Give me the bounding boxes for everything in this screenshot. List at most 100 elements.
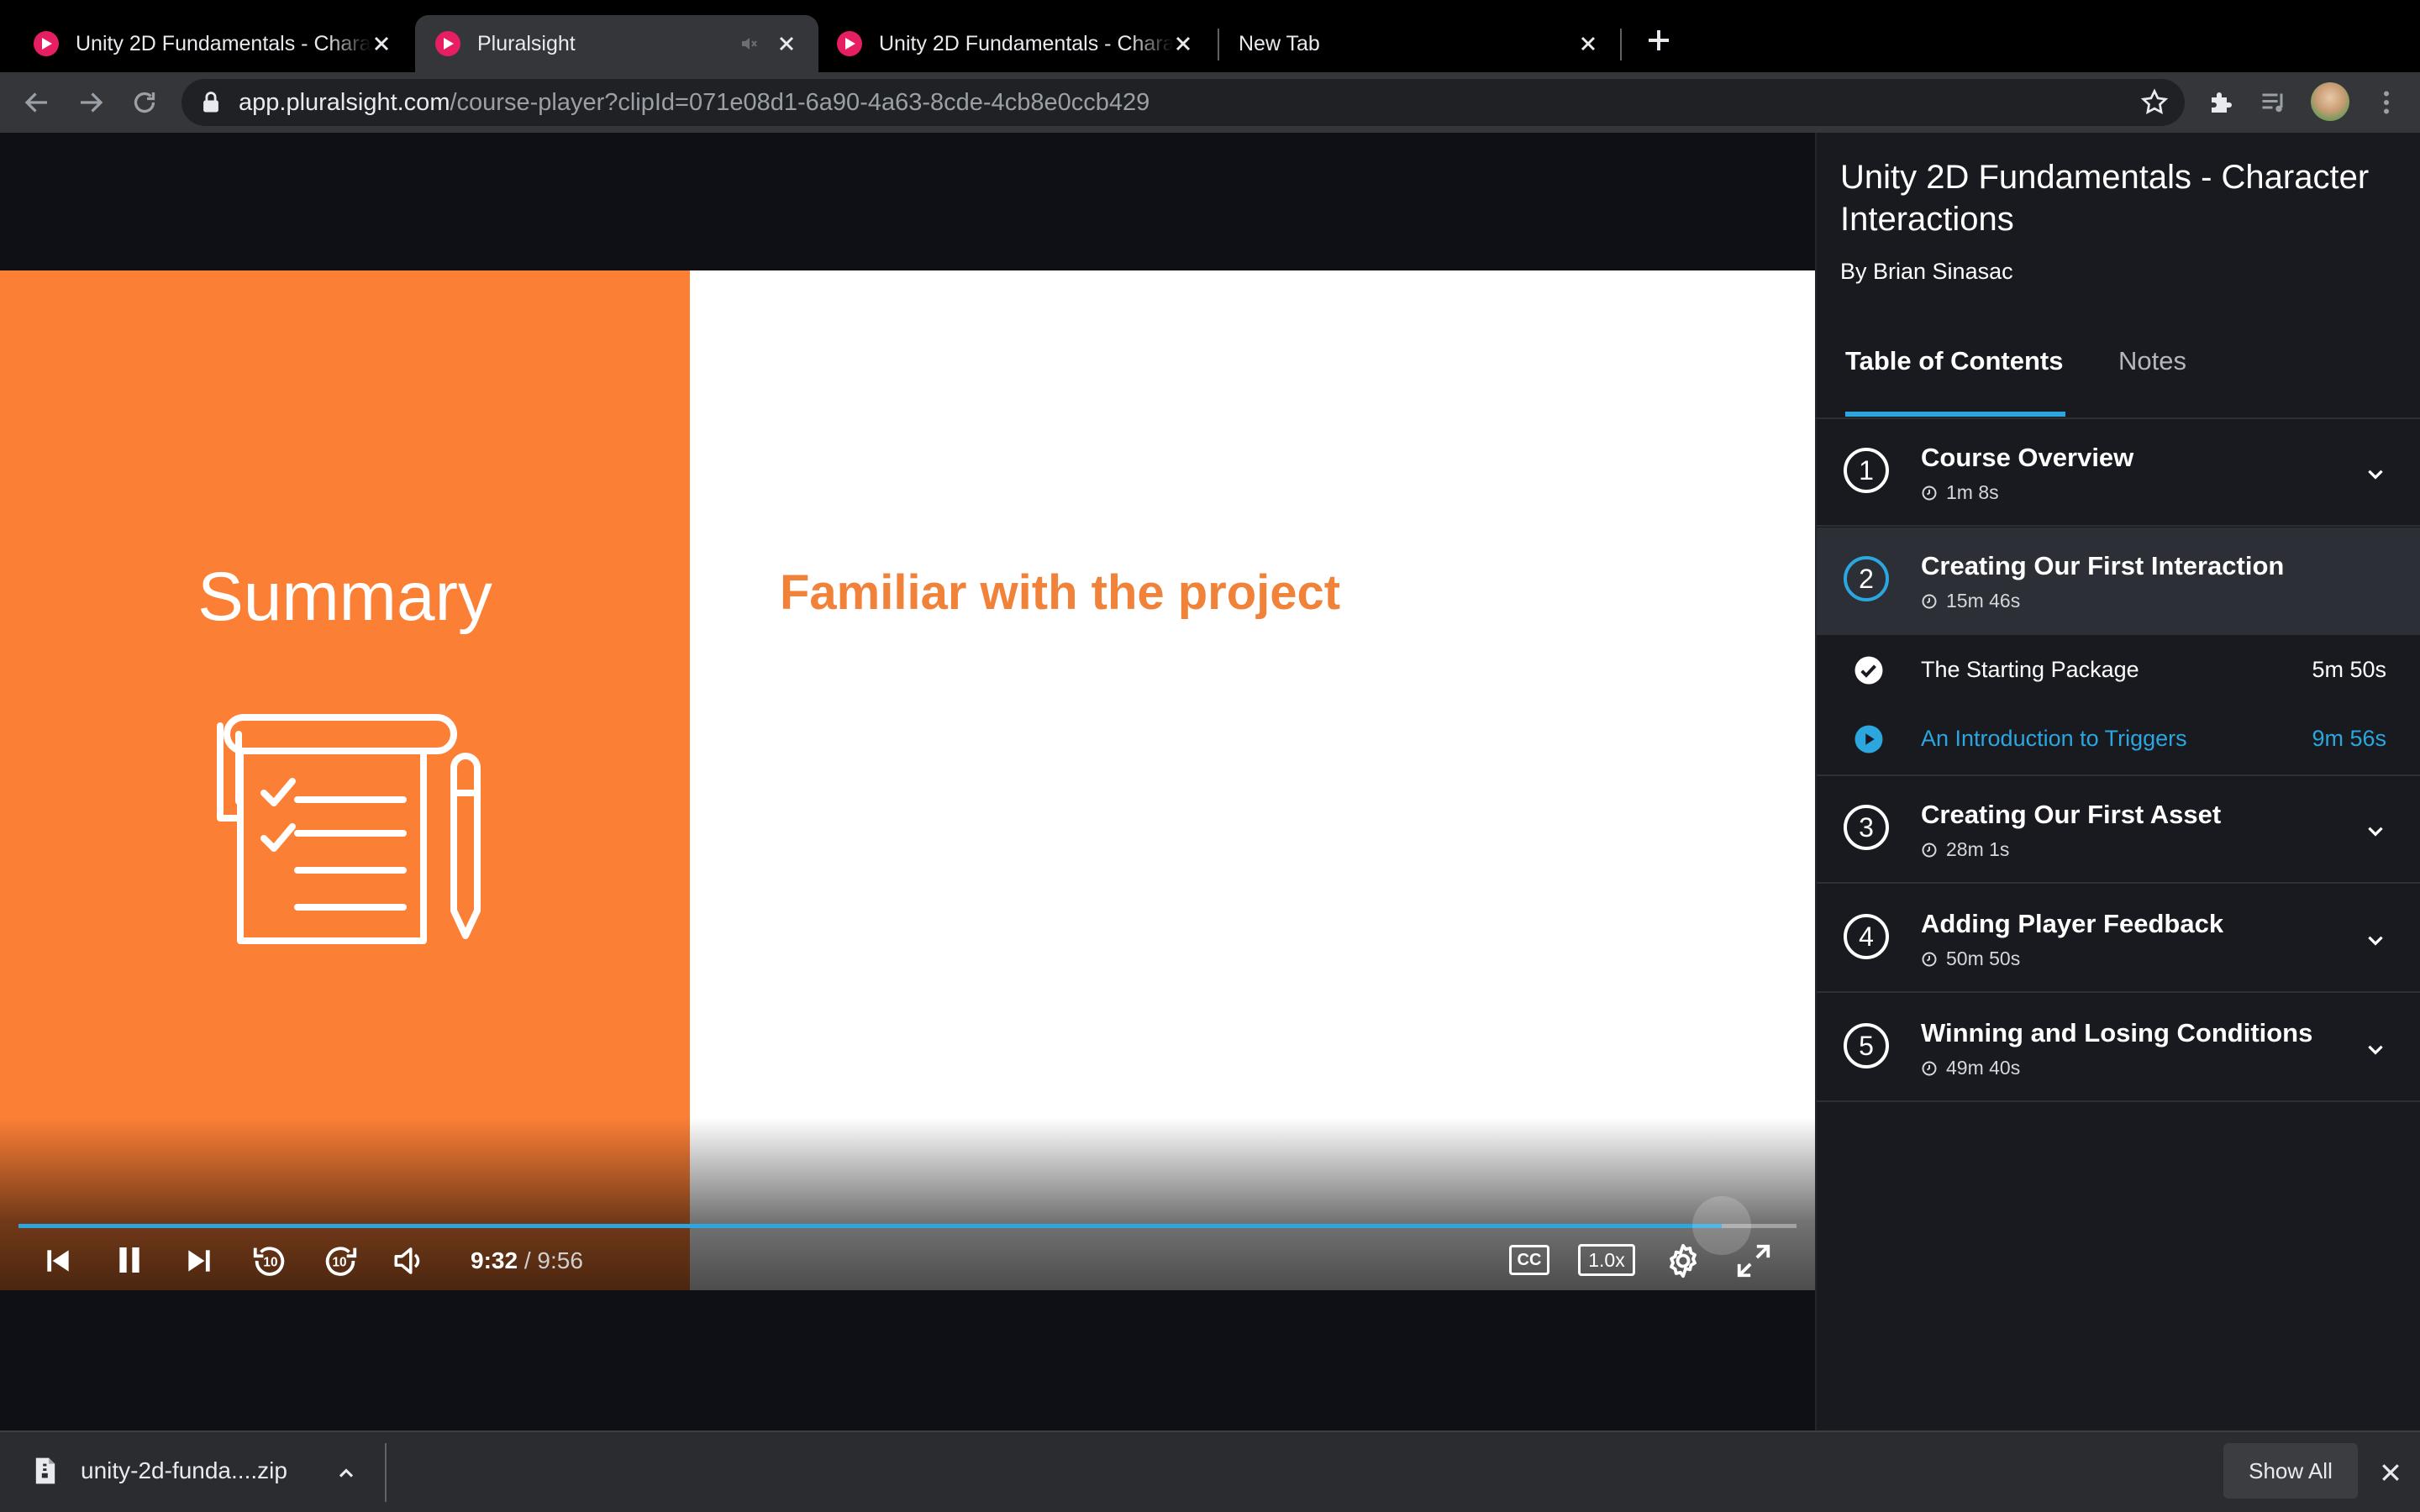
module-duration: 49m 40s: [1921, 1057, 2020, 1079]
slide-heading: Summary: [197, 559, 492, 635]
pluralsight-favicon-icon: [435, 31, 460, 56]
clip-item-an-introduction-to-triggers[interactable]: An Introduction to Triggers 9m 56s: [1817, 704, 2420, 773]
module-duration-text: 49m 40s: [1946, 1057, 2021, 1079]
extensions-puzzle-icon[interactable]: [2207, 87, 2237, 118]
lock-icon[interactable]: [200, 91, 222, 114]
close-tab-icon[interactable]: [371, 34, 392, 54]
tab-title: Pluralsight: [477, 31, 576, 55]
module-duration: 28m 1s: [1921, 838, 2009, 861]
chevron-down-icon[interactable]: [2365, 820, 2386, 842]
module-duration-text: 50m 50s: [1946, 948, 2021, 969]
slide-bullet-text: Familiar with the project: [780, 565, 1341, 620]
clip-duration: 5m 50s: [2312, 657, 2386, 682]
module-number: 1: [1844, 448, 1889, 493]
module-name: Creating Our First Asset: [1921, 800, 2222, 829]
completed-check-icon: [1854, 656, 1883, 685]
download-file-name[interactable]: unity-2d-funda....zip: [81, 1457, 287, 1484]
module-name: Course Overview: [1921, 443, 2134, 472]
module-duration-text: 15m 46s: [1946, 590, 2021, 612]
closed-captions-button[interactable]: CC: [1509, 1245, 1549, 1275]
tab-title: Unity 2D Fundamentals - Character Intera…: [879, 31, 1173, 55]
forward-10-icon[interactable]: 10: [321, 1242, 360, 1280]
clip-name: An Introduction to Triggers: [1921, 726, 2187, 751]
course-author: By Brian Sinasac: [1840, 259, 2013, 284]
pause-icon[interactable]: [113, 1243, 146, 1277]
bookmark-star-icon[interactable]: [2139, 87, 2170, 118]
reload-icon[interactable]: [129, 87, 160, 118]
pluralsight-favicon-icon: [34, 31, 59, 56]
browser-tab-2[interactable]: Pluralsight: [415, 15, 818, 72]
time-separator: /: [523, 1247, 531, 1273]
module-item-adding-player-feedback[interactable]: 4 Adding Player Feedback 50m 50s: [1817, 885, 2420, 993]
close-downloads-icon[interactable]: [2378, 1460, 2403, 1485]
module-name: Creating Our First Interaction: [1921, 551, 2285, 580]
url-path: /course-player?clipId=071e08d1-6a90-4a63…: [450, 89, 1150, 116]
pluralsight-favicon-icon: [837, 31, 862, 56]
clip-duration: 9m 56s: [2312, 726, 2386, 751]
volume-icon[interactable]: [392, 1243, 427, 1278]
module-duration: 50m 50s: [1921, 948, 2020, 970]
back-arrow-icon[interactable]: [22, 87, 52, 118]
chevron-down-icon[interactable]: [2365, 929, 2386, 951]
browser-tab-1[interactable]: Unity 2D Fundamentals - Character Intera…: [0, 15, 413, 72]
module-number: 2: [1844, 556, 1889, 601]
speaker-muted-icon[interactable]: [739, 34, 760, 54]
tab-notes[interactable]: Notes: [2118, 346, 2186, 376]
browser-tab-3[interactable]: Unity 2D Fundamentals - Character Intera…: [820, 15, 1215, 72]
current-time: 9:32: [471, 1247, 518, 1273]
tab-title: New Tab: [1239, 31, 1320, 55]
downloads-bar: [0, 1431, 2420, 1512]
divider: [385, 1443, 387, 1502]
chevron-down-icon[interactable]: [2365, 1038, 2386, 1060]
module-number: 3: [1844, 805, 1889, 850]
media-queue-icon[interactable]: [2259, 87, 2289, 118]
show-all-downloads-button[interactable]: Show All: [2223, 1443, 2358, 1499]
zip-file-icon: [35, 1457, 55, 1484]
module-number: 4: [1844, 914, 1889, 959]
url-text[interactable]: app.pluralsight.com/course-player?clipId…: [239, 87, 1150, 118]
progress-bar-fill: [18, 1224, 1723, 1228]
profile-avatar[interactable]: [2311, 82, 2349, 121]
clock-icon: [1922, 843, 1937, 857]
fullscreen-icon[interactable]: [1734, 1242, 1773, 1280]
tab-title: Unity 2D Fundamentals - Character Intera…: [76, 31, 371, 55]
clock-icon: [1922, 486, 1937, 500]
module-item-course-overview[interactable]: 1 Course Overview 1m 8s: [1817, 419, 2420, 527]
module-name: Winning and Losing Conditions: [1921, 1018, 2313, 1047]
module-item-creating-our-first-asset[interactable]: 3 Creating Our First Asset 28m 1s: [1817, 776, 2420, 884]
forward-arrow-icon[interactable]: [76, 87, 106, 118]
clock-icon: [1922, 594, 1937, 608]
clock-icon: [1922, 952, 1937, 966]
module-number: 5: [1844, 1023, 1889, 1068]
module-item-creating-our-first-interaction[interactable]: 2 Creating Our First Interaction 15m 46s: [1817, 528, 2420, 635]
playback-speed-button[interactable]: 1.0x: [1578, 1244, 1635, 1276]
close-tab-icon[interactable]: [1578, 34, 1598, 54]
svg-text:10: 10: [333, 1256, 347, 1270]
module-duration-text: 28m 1s: [1946, 838, 2010, 860]
module-duration: 15m 46s: [1921, 590, 2020, 612]
new-tab-plus-icon[interactable]: [1644, 25, 1674, 55]
clip-item-the-starting-package[interactable]: The Starting Package 5m 50s: [1817, 635, 2420, 704]
url-host: app.pluralsight.com: [239, 89, 450, 116]
course-title: Unity 2D Fundamentals - Character Intera…: [1840, 159, 2370, 238]
browser-tab-4[interactable]: New Tab: [1220, 15, 1620, 72]
tab-separator: [1620, 29, 1622, 60]
active-tab-indicator: [1845, 412, 2065, 417]
chevron-down-icon[interactable]: [2365, 463, 2386, 485]
rewind-10-icon[interactable]: 10: [250, 1242, 289, 1280]
module-duration-text: 1m 8s: [1946, 481, 1999, 503]
tab-table-of-contents[interactable]: Table of Contents: [1845, 346, 2063, 376]
tab-separator: [1218, 29, 1219, 60]
next-clip-icon[interactable]: [183, 1245, 215, 1277]
module-name: Adding Player Feedback: [1921, 909, 2224, 938]
close-tab-icon[interactable]: [1173, 34, 1193, 54]
chevron-up-icon[interactable]: [334, 1462, 358, 1485]
total-time: 9:56: [537, 1247, 583, 1273]
time-display: 9:32 / 9:56: [471, 1247, 583, 1274]
browser-menu-icon[interactable]: [2371, 87, 2402, 118]
settings-gear-icon[interactable]: [1664, 1242, 1702, 1280]
module-item-winning-and-losing-conditions[interactable]: 5 Winning and Losing Conditions 49m 40s: [1817, 995, 2420, 1102]
clock-icon: [1922, 1061, 1937, 1075]
previous-clip-icon[interactable]: [42, 1245, 74, 1277]
close-tab-icon[interactable]: [776, 34, 797, 54]
